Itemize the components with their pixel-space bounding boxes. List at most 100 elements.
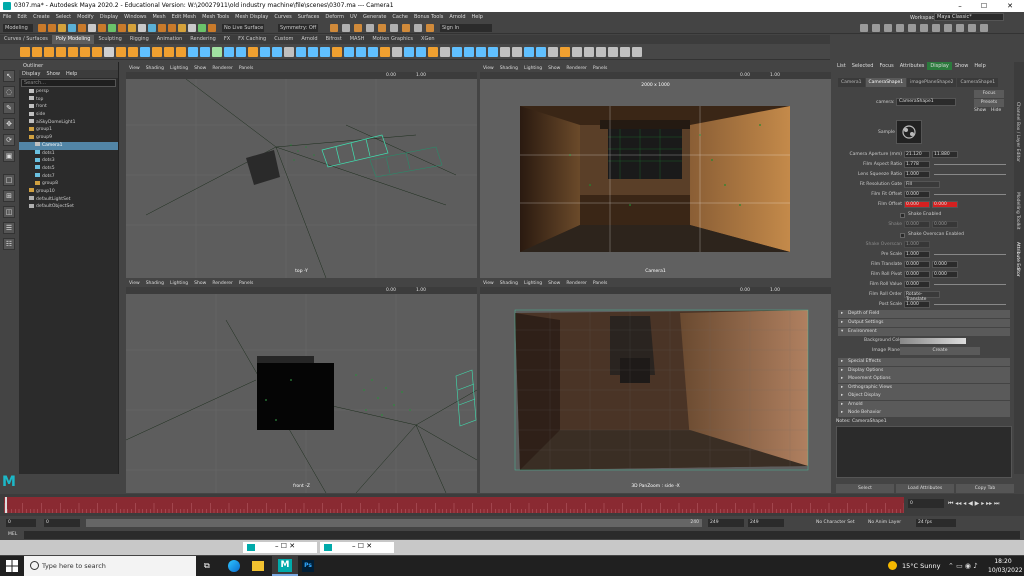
clock-date[interactable]: 10/03/2022	[988, 567, 1023, 574]
shelf-tool-icon[interactable]	[164, 47, 174, 57]
outliner-item-aiskydomelight1[interactable]: aiSkyDomeLight1	[19, 119, 118, 127]
attr-field[interactable]: Rotate-Translate	[904, 291, 940, 302]
shelf-tool-icon[interactable]	[116, 47, 126, 57]
attr-field[interactable]: 1.778	[904, 161, 930, 168]
ui-toggle-icon[interactable]	[956, 24, 964, 32]
current-time-indicator[interactable]	[5, 497, 7, 513]
symmetry-dropdown[interactable]: Symmetry: Off	[278, 24, 318, 32]
shelf-tool-icon[interactable]	[572, 47, 582, 57]
menu-item-bonus-tools[interactable]: Bonus Tools	[411, 12, 446, 22]
shelf-tool-icon[interactable]	[512, 47, 522, 57]
weather-text[interactable]: 15°C Sunny	[902, 556, 940, 576]
shelf-tool-icon[interactable]	[260, 47, 270, 57]
attr-tab[interactable]: imagePlaneShape2	[907, 78, 957, 87]
shelf-tool-icon[interactable]	[236, 47, 246, 57]
shelf-tab-curves-surfaces[interactable]: Curves / Surfaces	[0, 35, 52, 44]
camera-name-field[interactable]: CameraShape1	[896, 98, 956, 106]
shelf-tab-custom[interactable]: Custom	[270, 35, 297, 44]
menu-item-arnold[interactable]: Arnold	[446, 12, 468, 22]
shelf-tool-icon[interactable]	[128, 47, 138, 57]
outliner-menu-display[interactable]: Display	[19, 71, 43, 77]
attr-slider[interactable]	[934, 254, 1006, 255]
shelf-tool-icon[interactable]	[344, 47, 354, 57]
select-tool-icon[interactable]: ↖	[3, 70, 15, 82]
shelf-tab-mash[interactable]: MASH	[346, 35, 369, 44]
section-node-behavior[interactable]: Node Behavior	[838, 409, 1010, 417]
attr-menu-selected[interactable]: Selected	[849, 62, 877, 70]
select-button[interactable]: Select	[836, 484, 894, 493]
outliner-item-dots5[interactable]: dots5	[19, 165, 118, 173]
attr-field[interactable]: 21.120	[904, 151, 930, 158]
shelf-tool-icon[interactable]	[620, 47, 630, 57]
outliner-search-input[interactable]: Search...	[21, 79, 116, 87]
outliner-item-dots7[interactable]: dots7	[19, 173, 118, 181]
menu-item-mesh-display[interactable]: Mesh Display	[232, 12, 271, 22]
outliner-item-defaultobjectset[interactable]: defaultObjectSet	[19, 203, 118, 211]
clock-time[interactable]: 18:20	[988, 558, 1018, 565]
shelf-tool-icon[interactable]	[44, 47, 54, 57]
taskbar-search-input[interactable]: Type here to search	[24, 556, 196, 576]
copy-tab-button[interactable]: Copy Tab	[956, 484, 1014, 493]
shelf-tool-icon[interactable]	[140, 47, 150, 57]
section-orthographic-views[interactable]: Orthographic Views	[838, 383, 1010, 392]
shelf-tool-icon[interactable]	[296, 47, 306, 57]
shelf-tool-icon[interactable]	[212, 47, 222, 57]
section-environment[interactable]: Environment	[838, 328, 1010, 336]
render-tool-icon[interactable]	[354, 24, 362, 32]
system-tray-icons[interactable]: ⌃ ▭ ◉ ♪	[948, 556, 978, 576]
range-start-field[interactable]: 0	[6, 519, 36, 527]
menu-item-select[interactable]: Select	[53, 12, 74, 22]
attr-slider[interactable]	[934, 284, 1006, 285]
section-output-settings[interactable]: Output Settings	[838, 319, 1010, 327]
outliner-item-side[interactable]: side	[19, 111, 118, 119]
attr-field[interactable]: 1.000	[904, 251, 930, 258]
ui-toggle-icon[interactable]	[968, 24, 976, 32]
viewport-side[interactable]: View Shading Lighting Show Renderer Panels 0.…	[480, 280, 831, 493]
presets-button[interactable]: Presets	[974, 99, 1004, 107]
shelf-tool-icon[interactable]	[608, 47, 618, 57]
attr-field[interactable]: 0.000	[904, 221, 930, 228]
attr-field[interactable]: 0.000	[904, 281, 930, 288]
shelf-tool-icon[interactable]	[548, 47, 558, 57]
menu-item-edit[interactable]: Edit	[14, 12, 30, 22]
menu-item-generate[interactable]: Generate	[360, 12, 389, 22]
outliner-layout-icon[interactable]: ☰	[3, 222, 15, 234]
status-tool-icon[interactable]	[108, 24, 116, 32]
shelf-tab-rigging[interactable]: Rigging	[126, 35, 153, 44]
attr-tab[interactable]: Camera1	[838, 78, 865, 87]
shelf-tool-icon[interactable]	[56, 47, 66, 57]
attr-field[interactable]: 0.000	[904, 191, 930, 198]
shelf-tool-icon[interactable]	[152, 47, 162, 57]
ui-toggle-icon[interactable]	[932, 24, 940, 32]
render-tool-icon[interactable]	[342, 24, 350, 32]
split-layout-icon[interactable]: ◫	[3, 206, 15, 218]
attr-field[interactable]: 0.000	[932, 261, 958, 268]
shelf-tool-icon[interactable]	[68, 47, 78, 57]
outliner-item-group10[interactable]: group10	[19, 188, 118, 196]
shelf-tab-fx-caching[interactable]: FX Caching	[234, 35, 270, 44]
shelf-tool-icon[interactable]	[104, 47, 114, 57]
attr-menu-help[interactable]: Help	[971, 62, 988, 70]
ui-toggle-icon[interactable]	[944, 24, 952, 32]
shelf-tool-icon[interactable]	[464, 47, 474, 57]
minimize-button[interactable]: –	[948, 0, 972, 12]
status-tool-icon[interactable]	[208, 24, 216, 32]
shelf-tab-xgen[interactable]: XGen	[417, 35, 439, 44]
attr-field[interactable]: 0.000	[904, 271, 930, 278]
side-tab-channel-box[interactable]: Channel Box / Layer Editor	[1015, 102, 1020, 162]
shelf-tool-icon[interactable]	[440, 47, 450, 57]
status-tool-icon[interactable]	[58, 24, 66, 32]
hide-button[interactable]: Hide	[991, 108, 1001, 113]
outliner-item-group8[interactable]: group8	[19, 180, 118, 188]
shelf-tool-icon[interactable]	[92, 47, 102, 57]
side-tab-attribute-editor[interactable]: Attribute Editor	[1015, 242, 1020, 277]
outliner-item-group1[interactable]: group1	[19, 126, 118, 134]
attr-menu-attributes[interactable]: Attributes	[897, 62, 928, 70]
character-set-dropdown[interactable]: No Character Set	[816, 519, 864, 527]
anim-layer-dropdown[interactable]: No Anim Layer	[868, 519, 914, 527]
status-tool-icon[interactable]	[138, 24, 146, 32]
current-frame-field[interactable]: 0	[908, 499, 944, 508]
attr-field[interactable]: 1.000	[904, 241, 930, 248]
file-explorer-icon[interactable]	[252, 561, 264, 571]
shelf-tool-icon[interactable]	[188, 47, 198, 57]
